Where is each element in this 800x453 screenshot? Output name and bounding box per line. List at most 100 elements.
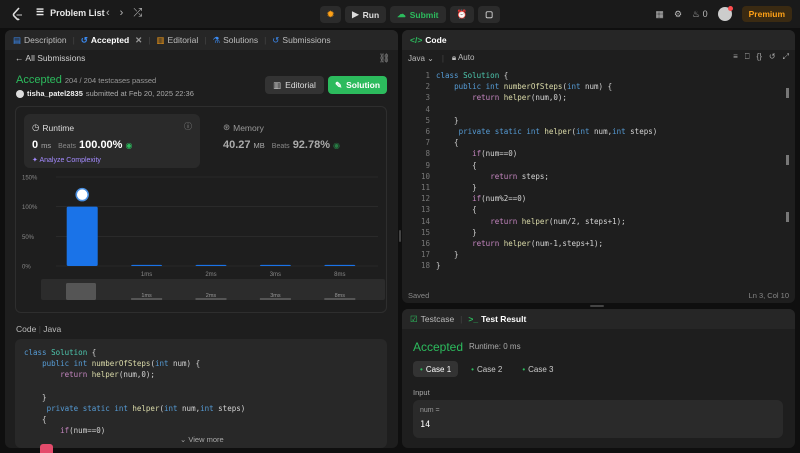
user-avatar[interactable] (16, 89, 24, 98)
auto-mode-toggle[interactable]: 🔒︎ Auto (452, 53, 475, 63)
bug-icon: ✹ (327, 9, 335, 19)
editorial-label: Editorial (285, 80, 316, 90)
code-editor[interactable]: class Solution { public int numberOfStep… (436, 70, 657, 272)
floating-widget-icon[interactable] (40, 444, 53, 453)
case-label: Case 1 (425, 364, 452, 374)
braces-icon[interactable]: {} (757, 52, 762, 62)
avatar[interactable] (717, 6, 733, 21)
flask-icon: ⚗ (212, 34, 221, 45)
edit-icon: ✎ (334, 79, 343, 90)
analyze-label: Analyze Complexity (39, 157, 101, 164)
tab-editorial[interactable]: ▥ Editorial (157, 35, 199, 46)
runtime-distribution-chart[interactable]: 0% 50% 100% 150% 1ms 2ms 3ms 8ms 1ms 2ms 3ms 8ms (16, 169, 388, 313)
input-box[interactable]: num = 14 (413, 400, 783, 438)
leetcode-logo-icon[interactable] (11, 7, 25, 21)
left-tabs: ▤ Description | ↺ Accepted ✕ | ▥ Editorial |… (5, 30, 398, 50)
tab-label: Editorial (167, 35, 199, 45)
problem-list-label: Problem List (50, 7, 105, 18)
expand-icon[interactable]: ⤢ (783, 52, 789, 62)
case-label: Case 2 (476, 364, 503, 374)
test-status: Accepted (413, 340, 464, 354)
gear-icon[interactable]: ⚙ (674, 9, 682, 20)
code-icon: </> (410, 35, 423, 45)
param-value: 14 (420, 420, 431, 430)
tab-solutions[interactable]: ⚗ Solutions (212, 35, 258, 46)
tab-description[interactable]: ▤ Description (13, 35, 67, 46)
tab-label: Code (425, 35, 447, 45)
shuffle-icon[interactable]: ⤮ (133, 7, 142, 20)
language-select[interactable]: Java ⌄ (408, 54, 434, 63)
document-icon: ▤ (13, 34, 22, 45)
submission-meta: tisha_patel2835 submitted at Feb 20, 202… (16, 89, 194, 98)
close-icon[interactable]: ✕ (135, 35, 142, 46)
y-tick-label: 50% (22, 235, 35, 241)
x-tick-label: 2ms (205, 272, 216, 278)
left-panel: ▤ Description | ↺ Accepted ✕ | ▥ Editorial |… (5, 30, 398, 448)
case-tabs: • Case 1 • Case 2 • Case 3 (413, 361, 561, 377)
premium-button[interactable]: Premium (741, 6, 792, 22)
beats-label: Beats (271, 143, 290, 150)
pass-dot-icon: • (522, 364, 526, 374)
tab-test-result[interactable]: >_ Test Result (468, 314, 526, 324)
tab-separator: | (460, 314, 463, 324)
solution-button[interactable]: ✎ Solution (328, 76, 387, 94)
tab-submissions[interactable]: ↺ Submissions (272, 35, 330, 46)
case-tab-2[interactable]: • Case 2 (464, 361, 509, 377)
top-right: ▦ ⚙ ♨ 0 Premium (655, 6, 792, 22)
streak[interactable]: ♨ 0 (692, 9, 708, 20)
book-icon: ▥ (156, 34, 165, 45)
vertical-resize-handle[interactable] (399, 230, 401, 242)
view-more-button[interactable]: ⌄ View more (180, 435, 224, 444)
submission-status: Accepted 204 / 204 testcases passed (16, 74, 156, 86)
code-label: Code (16, 324, 37, 334)
minimap-label: 3ms (270, 293, 281, 299)
format-icon[interactable]: ≡ (733, 52, 738, 62)
runtime-value-row: 0 ms Beats 100.00% ◉ (32, 139, 132, 151)
x-tick-label: 1ms (141, 272, 152, 278)
notes-button[interactable]: ▢ (478, 6, 501, 23)
beats-label: Beats (58, 143, 77, 150)
timer-button[interactable]: ⏰ (449, 6, 475, 23)
history-icon: ↺ (272, 34, 280, 45)
info-icon[interactable]: ⓘ (184, 121, 192, 132)
memory-chip-icon: ⊛ (223, 122, 231, 132)
chart-bar (259, 264, 291, 266)
tab-code[interactable]: </> Code (410, 35, 447, 45)
chart-bar (324, 264, 356, 266)
memory-box[interactable]: ⊛ Memory 40.27 MB Beats 92.78% ◉ (215, 114, 385, 168)
reset-icon[interactable]: ↺ (769, 52, 776, 62)
submit-button[interactable]: ☁ Submit (390, 6, 446, 23)
pass-dot-icon: • (420, 364, 423, 374)
case-tab-3[interactable]: • Case 3 (515, 361, 560, 377)
chart-bar (66, 206, 98, 266)
tab-accepted[interactable]: ↺ Accepted ✕ (81, 35, 143, 46)
stats-card: ◷ Runtime ⓘ 0 ms Beats 100.00% ◉ ✦ Analyz… (15, 106, 387, 313)
test-result-panel: ☑ Testcase | >_ Test Result Accepted Runti… (402, 309, 795, 448)
run-button[interactable]: ▶ Run (345, 6, 387, 23)
bookmark-icon[interactable]: ⎕ (745, 52, 750, 62)
rank-badge-icon: ◉ (125, 141, 133, 150)
editorial-button[interactable]: ▥ Editorial (265, 76, 324, 94)
history-icon: ↺ (80, 34, 88, 45)
code-preview: class Solution { public int numberOfStep… (15, 339, 387, 448)
runtime-box[interactable]: ◷ Runtime ⓘ 0 ms Beats 100.00% ◉ ✦ Analyz… (24, 114, 200, 168)
all-submissions-link[interactable]: ← All Submissions (15, 53, 85, 63)
minimap-label: 1ms (141, 293, 152, 299)
run-label: Run (362, 9, 380, 20)
analyze-complexity-link[interactable]: ✦ Analyze Complexity (32, 156, 101, 164)
tab-testcase[interactable]: ☑ Testcase (410, 314, 454, 325)
pass-dot-icon: • (471, 364, 474, 374)
debug-button[interactable]: ✹ (320, 6, 342, 23)
rank-badge-icon: ◉ (333, 141, 340, 150)
username[interactable]: tisha_patel2835 (27, 89, 83, 98)
case-tab-1[interactable]: • Case 1 (413, 361, 459, 377)
problem-list-button[interactable]: ☰ Problem List (36, 7, 105, 18)
memory-title: ⊛ Memory (223, 122, 264, 133)
horizontal-resize-handle[interactable] (590, 305, 604, 307)
tab-separator: | (204, 35, 207, 45)
prev-problem-icon[interactable]: ‹ (106, 7, 110, 20)
share-link-icon[interactable]: ⛓ (379, 53, 390, 64)
testcases-passed: 204 / 204 testcases passed (64, 76, 157, 85)
layout-grid-icon[interactable]: ▦ (655, 9, 664, 20)
next-problem-icon[interactable]: › (120, 7, 124, 20)
